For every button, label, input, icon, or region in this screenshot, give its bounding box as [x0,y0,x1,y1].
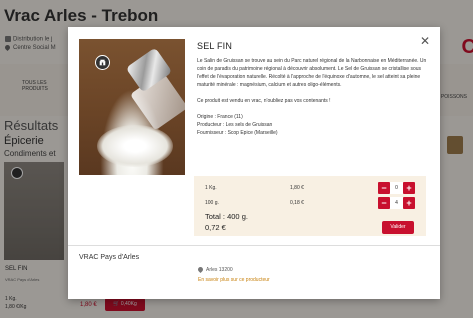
product-supplier: Fournisseur : Scop Epice (Marseille) [197,130,278,137]
product-image [79,39,185,175]
product-description: Le Salin de Gruissan se trouve au sein d… [197,57,427,105]
order-option-row: 100 g. 0,18 € − 4 + [194,197,426,210]
quantity-stepper: − 0 + [378,182,415,194]
total-weight: Total : 400 g. [205,212,248,221]
seller-name: VRAC Pays d'Arles [79,254,140,261]
product-title: SEL FIN [197,41,233,51]
product-modal: ✕ SEL FIN Le Salin de Gruissan se trouve… [68,27,440,299]
product-origin: Origine : France (11) [197,114,243,121]
option-qty: 100 g. [205,200,219,206]
quantity-value[interactable]: 4 [390,197,403,209]
order-option-row: 1 Kg. 1,80 € − 0 + [194,182,426,195]
option-price: 0,18 € [290,200,304,206]
product-producer: Producteur : Les sels de Gruissan [197,122,273,129]
validate-button[interactable]: Valider [382,221,414,234]
option-qty: 1 Kg. [205,185,217,191]
quantity-value[interactable]: 0 [390,182,403,194]
location-pin-icon [196,266,205,274]
order-box: 1 Kg. 1,80 € − 0 + 100 g. 0,18 € − 4 + T… [194,176,426,236]
description-paragraph: Ce produit est vendu en vrac, n'oubliez … [197,98,331,105]
product-info: SEL FIN Le Salin de Gruissan se trouve a… [197,41,427,137]
product-meta: Origine : France (11) Producteur : Les s… [197,113,427,137]
increment-button[interactable]: + [403,182,415,194]
description-paragraph: Le Salin de Gruissan se trouve au sein d… [197,58,427,89]
divider [68,245,440,246]
increment-button[interactable]: + [403,197,415,209]
producer-link[interactable]: En savoir plus sur ce producteur [198,277,270,283]
seller-location: Arles 13200 [196,266,233,274]
store-badge-icon [95,55,110,70]
option-price: 1,80 € [290,185,304,191]
decrement-button[interactable]: − [378,197,390,209]
total-price: 0,72 € [205,223,226,232]
decrement-button[interactable]: − [378,182,390,194]
quantity-stepper: − 4 + [378,197,415,209]
